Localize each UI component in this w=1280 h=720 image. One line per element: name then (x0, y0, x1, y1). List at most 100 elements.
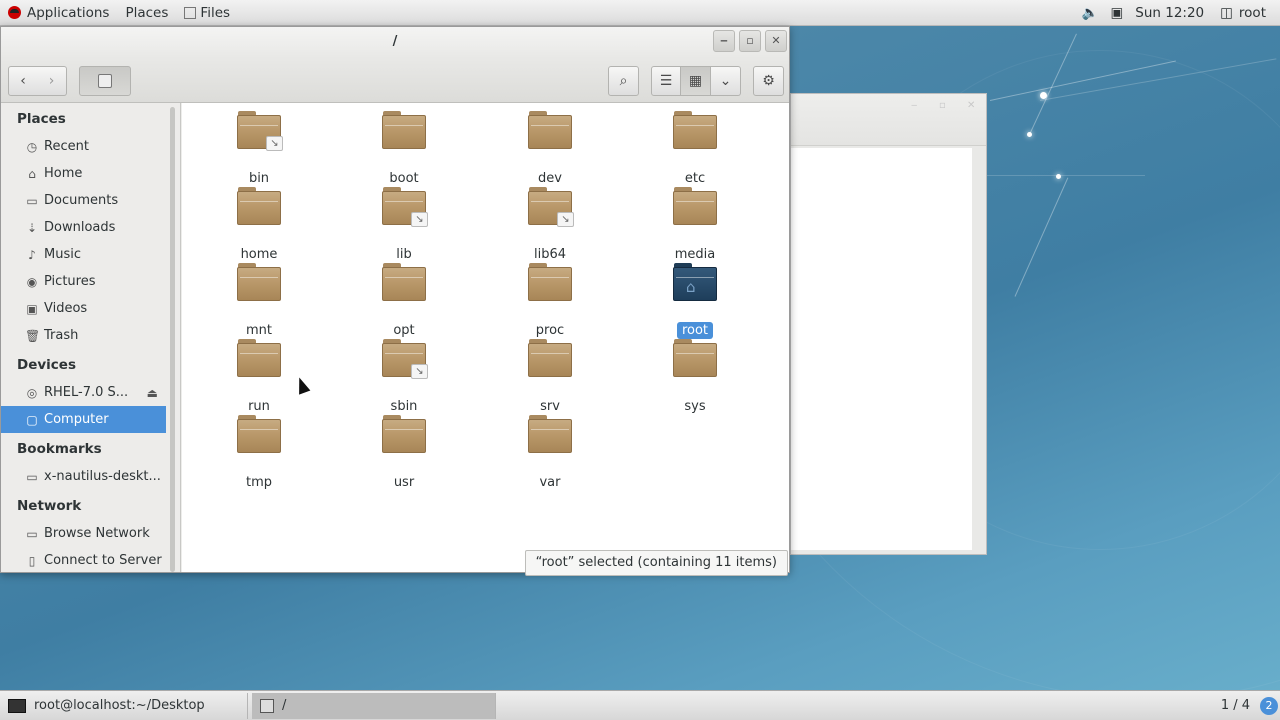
taskbar-files[interactable]: / (252, 692, 496, 719)
folder-item[interactable]: media (630, 187, 760, 263)
folder-label: mnt (246, 323, 272, 338)
folder-item[interactable]: ↘ sbin (339, 339, 469, 415)
folder-label: proc (535, 323, 565, 338)
computer-icon: ▢ (26, 412, 38, 427)
folder-item[interactable]: var (485, 415, 615, 491)
sidebar-item-browse-network[interactable]: ▭ Browse Network (1, 520, 166, 547)
folder-item[interactable]: ↘ lib (339, 187, 469, 263)
back-button[interactable]: ‹ (8, 66, 38, 96)
folder-item[interactable]: ↘ lib64 (485, 187, 615, 263)
folder-label: tmp (245, 475, 272, 490)
folder-item[interactable]: ⌂ root (630, 263, 760, 339)
folder-icon (237, 263, 281, 303)
window-titlebar[interactable]: / ‒ ▫ ✕ (1, 27, 789, 59)
view-options-button[interactable]: ⌄ (711, 66, 741, 96)
applications-menu[interactable]: Applications (0, 0, 117, 26)
settings-button[interactable]: ⚙ (753, 66, 784, 96)
folder-item[interactable]: home (194, 187, 324, 263)
background-close-icon[interactable]: ✕ (967, 100, 975, 111)
sidebar-item-label: Music (44, 247, 81, 262)
documents-icon: ▭ (26, 193, 38, 208)
folder-icon (382, 415, 426, 455)
symlink-arrow-icon: ↘ (266, 136, 283, 151)
close-button[interactable]: ✕ (765, 30, 787, 52)
sidebar-item-documents[interactable]: ▭ Documents (1, 187, 166, 214)
folder-item[interactable]: tmp (194, 415, 324, 491)
grid-view-button[interactable]: ▦ (681, 66, 711, 96)
sidebar-item-label: Trash (44, 328, 79, 343)
sidebar-item-downloads[interactable]: ⇣ Downloads (1, 214, 166, 241)
places-label: Places (125, 4, 169, 21)
folder-label: sbin (390, 399, 418, 414)
workspace-indicator[interactable]: 1 / 4 (1221, 698, 1250, 713)
folder-icon (237, 339, 281, 379)
clock[interactable]: Sun 12:20 (1127, 0, 1212, 26)
sidebar-item-bookmark[interactable]: ▭ x-nautilus-deskt... (1, 463, 166, 490)
optical-disc-icon: ◎ (26, 385, 38, 400)
eject-icon[interactable]: ⏏ (147, 386, 158, 400)
files-app-icon (184, 6, 197, 19)
folder-icon (382, 111, 426, 151)
taskbar-terminal[interactable]: root@localhost:~/Desktop (0, 692, 248, 719)
folder-item[interactable]: dev (485, 111, 615, 187)
folder-item[interactable]: mnt (194, 263, 324, 339)
folder-item[interactable]: etc (630, 111, 760, 187)
folder-label: root (676, 322, 714, 339)
minimize-button[interactable]: ‒ (713, 30, 735, 52)
sidebar-item-recent[interactable]: ◷ Recent (1, 133, 166, 160)
sidebar-item-pictures[interactable]: ◉ Pictures (1, 268, 166, 295)
maximize-button[interactable]: ▫ (739, 30, 761, 52)
sidebar-item-connect-server[interactable]: ▯ Connect to Server (1, 547, 166, 572)
sidebar-item-label: Connect to Server (44, 553, 162, 568)
sidebar-item-label: Home (44, 166, 83, 181)
home-icon: ⌂ (28, 166, 36, 181)
trash-icon: 🗑 (25, 328, 41, 343)
folder-label: lib64 (533, 247, 567, 262)
server-icon: ▯ (28, 553, 36, 568)
folder-icon (673, 187, 717, 227)
sidebar-scrollbar[interactable] (170, 107, 175, 572)
sidebar-item-computer[interactable]: ▢ Computer (1, 406, 166, 433)
user-icon: ◫ (1220, 4, 1233, 21)
sidebar-item-home[interactable]: ⌂ Home (1, 160, 166, 187)
sidebar-item-music[interactable]: ♪ Music (1, 241, 166, 268)
folder-item[interactable]: proc (485, 263, 615, 339)
symlink-arrow-icon: ↘ (411, 364, 428, 379)
background-maximize-icon[interactable]: ▫ (939, 100, 946, 111)
files-app-menu[interactable]: Files (176, 0, 238, 26)
location-root-button[interactable] (79, 66, 131, 96)
folder-label: home (240, 247, 278, 262)
background-minimize-icon[interactable]: ‒ (911, 100, 917, 111)
search-button[interactable]: ⌕ (608, 66, 639, 96)
folder-item[interactable]: sys (630, 339, 760, 415)
background-window[interactable]: ‒ ▫ ✕ (790, 93, 987, 555)
drive-icon (98, 74, 112, 88)
network-folder-icon: ▭ (26, 526, 38, 541)
folder-item[interactable]: ↘ bin (194, 111, 324, 187)
desktop-glow-dot (1056, 174, 1061, 179)
sidebar-item-videos[interactable]: ▣ Videos (1, 295, 166, 322)
user-label: root (1238, 4, 1266, 21)
sidebar-item-rhel-disc[interactable]: ◎ RHEL-7.0 S... ⏏ (1, 379, 166, 406)
places-menu[interactable]: Places (117, 0, 176, 26)
background-window-titlebar[interactable]: ‒ ▫ ✕ (791, 94, 986, 146)
file-view[interactable]: ↘ bin boot dev etc home ↘ lib ↘ lib64 media mnt opt p… (182, 103, 789, 576)
folder-label: run (248, 399, 270, 414)
sidebar-item-label: Recent (44, 139, 89, 154)
folder-item[interactable]: srv (485, 339, 615, 415)
forward-button[interactable]: › (37, 66, 67, 96)
folder-label: usr (393, 475, 415, 490)
folder-item[interactable]: opt (339, 263, 469, 339)
sidebar-item-trash[interactable]: 🗑 Trash (1, 322, 166, 349)
folder-item[interactable]: usr (339, 415, 469, 491)
notification-badge[interactable]: 2 (1260, 696, 1278, 715)
sidebar-item-label: RHEL-7.0 S... (44, 385, 129, 400)
clock-label: Sun 12:20 (1135, 4, 1205, 21)
folder-label: srv (540, 399, 560, 414)
user-menu[interactable]: ◫ root (1212, 0, 1280, 26)
list-view-button[interactable]: ☰ (651, 66, 681, 96)
desktop-glow-dot (1040, 92, 1047, 99)
network-icon[interactable]: ▣ (1107, 0, 1128, 26)
folder-item[interactable]: boot (339, 111, 469, 187)
volume-icon[interactable]: 🔈 (1074, 0, 1107, 26)
